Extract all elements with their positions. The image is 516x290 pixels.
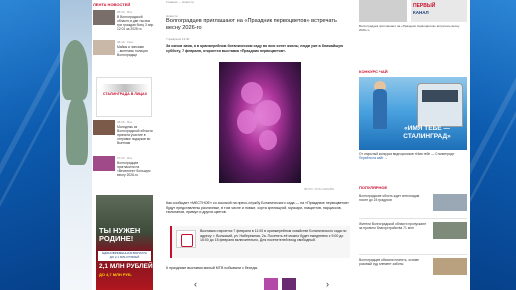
ad-thumbnail[interactable] [359, 0, 407, 22]
flower-blossom [237, 110, 257, 134]
news-text: Молодежь из Волгоградской области принял… [117, 125, 153, 145]
ad-amount: 2,1 МЛН РУБЛЕЙ [99, 263, 153, 270]
article-lead: За окном зима, а в оранжерейном ботаниче… [166, 44, 344, 53]
photo-caption: ФОТО: VITA ОНЛАЙН [304, 187, 335, 191]
article-title: Волгоградцев приглашают на «Праздник пер… [166, 18, 337, 31]
promo-subtitle: КАНАЛ [413, 10, 429, 15]
news-item[interactable]: 08:19 · Кант Майкы и чипсами ...вьетнамс… [93, 40, 155, 68]
news-text: В Волгоградской области в две тысячи три… [117, 15, 155, 31]
carousel-thumbnail[interactable] [282, 278, 296, 290]
news-thumbnail [93, 10, 115, 25]
news-time: 07:59 · Все [117, 156, 133, 160]
contest-banner[interactable]: «ИМЯ ТЕБЕ — СТАЛИНГРАД» [359, 77, 467, 150]
tram-graphic [417, 83, 463, 127]
calendar-icon [176, 230, 196, 248]
popular-thumbnail [433, 258, 467, 275]
news-item[interactable]: 08:06 · Все Молодежь из Волгоградской об… [93, 120, 155, 148]
flower-blossom [259, 130, 277, 150]
banner-line: СТАЛИНГРАД» [403, 133, 451, 140]
info-box: Выставка откроется 7 февраля в 11:00 в о… [170, 226, 350, 258]
page-background-right [402, 0, 516, 290]
tree-decor [62, 40, 88, 100]
news-feed: ЛЕНТА НОВОСТЕЙ 08:30 · Все В Волгоградск… [93, 0, 155, 290]
banner-line: «ИМЯ ТЕБЕ — [404, 125, 450, 132]
news-thumbnail [93, 156, 115, 171]
divider [359, 218, 467, 219]
ad-band: ЕДИНОВРЕМЕННАЯ ВЫПЛАТА ДО 2,1 МЛН РУБЛЕЙ [98, 251, 151, 261]
news-feed-heading: ЛЕНТА НОВОСТЕЙ [93, 2, 131, 7]
info-text: Выставка откроется 7 февраля в 11:00 в о… [200, 229, 347, 242]
news-text: Майкы и чипсами ...вьетнамс полиция Волг… [117, 45, 148, 57]
boy-figure [373, 89, 387, 129]
ribbon-graphic [101, 84, 149, 92]
chevron-left-icon[interactable]: ‹ [194, 279, 197, 289]
article-body: Как сообщает «МЕСТНОЕ» со ссылкой на пре… [166, 201, 350, 215]
victory-banner-text: СТАЛИНГРАДА В ЛИЦАХ [102, 92, 148, 96]
article-date: 7 февраля 13:30 [166, 37, 190, 41]
contest-description: От открытый конкурса видеороликов «Имя т… [359, 152, 467, 160]
contest-link[interactable]: Перейти на сайт → [359, 156, 388, 160]
news-text: Волгоградцев пригласили на «Весеннее» бо… [117, 161, 151, 177]
popular-heading: ПОПУЛЯРНОЕ [359, 185, 388, 190]
article: Главная → Новости Новости Волгоградцев п… [164, 0, 356, 290]
tree-decor [66, 95, 88, 165]
ad-headline: ТЫ НУЖЕН РОДИНЕ! [99, 226, 141, 243]
page-content: ЛЕНТА НОВОСТЕЙ 08:30 · Все В Волгоградск… [60, 0, 470, 290]
flower-blossom [241, 82, 263, 104]
breadcrumb[interactable]: Главная → Новости [166, 0, 194, 4]
page-background-left [0, 0, 111, 290]
article-photo[interactable] [219, 62, 301, 183]
promo-title: ПЕРВЫЙ [413, 3, 436, 9]
contest-heading: КОНКУРС ЧАЙ [359, 69, 388, 74]
news-item[interactable]: 07:59 · Все Волгоградцев пригласили на «… [93, 156, 155, 184]
promo-banner[interactable]: ПЕРВЫЙ КАНАЛ [411, 0, 467, 22]
popular-text: Жители Волгоградской области пропускают … [359, 222, 427, 231]
news-thumbnail [93, 40, 115, 55]
popular-item[interactable]: Волгоградские облсть ждет снегопадов пос… [359, 194, 467, 216]
flower-blossom [255, 100, 281, 126]
news-time: 08:06 · Все [117, 120, 133, 124]
photo-carousel: ‹ › [194, 278, 334, 290]
chevron-right-icon[interactable]: › [326, 279, 329, 289]
ad-amount-extra: ДО 4,7 МЛН РУБ. [99, 272, 132, 277]
ad-band-line: ДО 2,1 МЛН РУБЛЕЙ [109, 255, 140, 259]
contract-service-ad[interactable]: ТЫ НУЖЕН РОДИНЕ! ЕДИНОВРЕМЕННАЯ ВЫПЛАТА … [96, 195, 153, 290]
popular-text: Волгоградские облсть ждет снегопадов пос… [359, 194, 420, 203]
divider [359, 254, 467, 255]
popular-item[interactable]: Жители Волгоградской области пропускают … [359, 222, 467, 244]
carousel-thumbnail[interactable] [264, 278, 278, 290]
victory-banner[interactable]: СТАЛИНГРАДА В ЛИЦАХ [96, 77, 152, 117]
news-item[interactable]: 08:30 · Все В Волгоградской области в дв… [93, 10, 155, 38]
news-time: 08:30 · Все [117, 10, 133, 14]
news-thumbnail [93, 120, 115, 135]
popular-section: ПОПУЛЯРНОЕ [359, 185, 467, 190]
winter-backdrop [60, 0, 92, 290]
popular-thumbnail [433, 194, 467, 211]
popular-text: Волгоградцев обязали платить, основе роз… [359, 258, 420, 267]
right-top-text[interactable]: Волгоградцев приглашают на «Праздник пер… [359, 24, 467, 32]
right-sidebar: ПЕРВЫЙ КАНАЛ Волгоградцев приглашают на … [359, 0, 470, 290]
news-time: 08:19 · Кант [117, 40, 134, 44]
popular-item[interactable]: Волгоградцев обязали платить, основе роз… [359, 258, 467, 280]
popular-thumbnail [433, 222, 467, 239]
article-after: К празднике выставки милый МТВ побывали … [166, 266, 259, 270]
